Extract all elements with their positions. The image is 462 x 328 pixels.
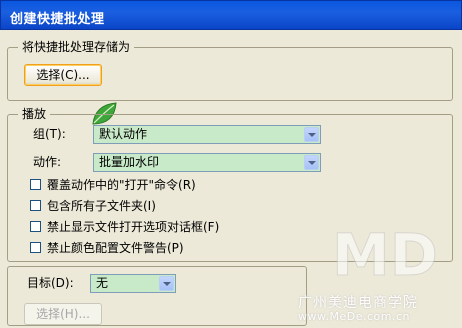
checkbox-label: 覆盖动作中的"打开"命令(R) [47, 178, 196, 192]
checkbox-box[interactable] [30, 200, 41, 211]
checkbox-label: 禁止颜色配置文件警告(P) [47, 241, 184, 255]
action-select-value: 批量加水印 [99, 155, 160, 169]
checkbox-label: 禁止显示文件打开选项对话框(F) [47, 220, 220, 234]
set-label: 组(T): [33, 127, 66, 141]
title-bar: 创建快捷批处理 [0, 0, 462, 30]
choose-destination-folder-button[interactable]: 选择(H)... [24, 303, 102, 325]
window-title: 创建快捷批处理 [10, 12, 105, 27]
chevron-down-icon[interactable] [304, 127, 319, 142]
mede-logo: MD [332, 223, 438, 283]
action-select[interactable]: 批量加水印 [93, 153, 321, 172]
action-label: 动作: [33, 155, 62, 169]
choose-destination-button[interactable]: 选择(C)... [24, 64, 102, 86]
dialog-body: 将快捷批处理存储为 选择(C)... 播放 组(T): 默认动作 动作: 批量加… [0, 30, 462, 326]
destination-label: 目标(D): [27, 276, 74, 290]
save-group-legend: 将快捷批处理存储为 [18, 40, 135, 54]
play-group-legend: 播放 [18, 107, 51, 121]
destination-select-value: 无 [96, 276, 109, 290]
destination-group: 目标(D): 无 选择(H)... [7, 266, 307, 326]
checkbox-box[interactable] [30, 221, 41, 232]
set-select[interactable]: 默认动作 [93, 125, 321, 144]
svg-text:MD: MD [332, 223, 438, 283]
chevron-down-icon[interactable] [304, 155, 319, 170]
watermark-org: 广州美迪电商学院 [298, 295, 418, 311]
checkbox-box[interactable] [30, 179, 41, 190]
set-select-value: 默认动作 [99, 127, 148, 141]
save-group: 将快捷批处理存储为 选择(C)... [7, 40, 453, 101]
watermark: MD 广州美迪电商学院 www.MeDe.com.cn [296, 208, 456, 328]
destination-select[interactable]: 无 [90, 274, 176, 293]
checkbox-box[interactable] [30, 242, 41, 253]
chevron-down-icon[interactable] [159, 276, 174, 291]
checkbox-label: 包含所有子文件夹(I) [47, 199, 156, 213]
